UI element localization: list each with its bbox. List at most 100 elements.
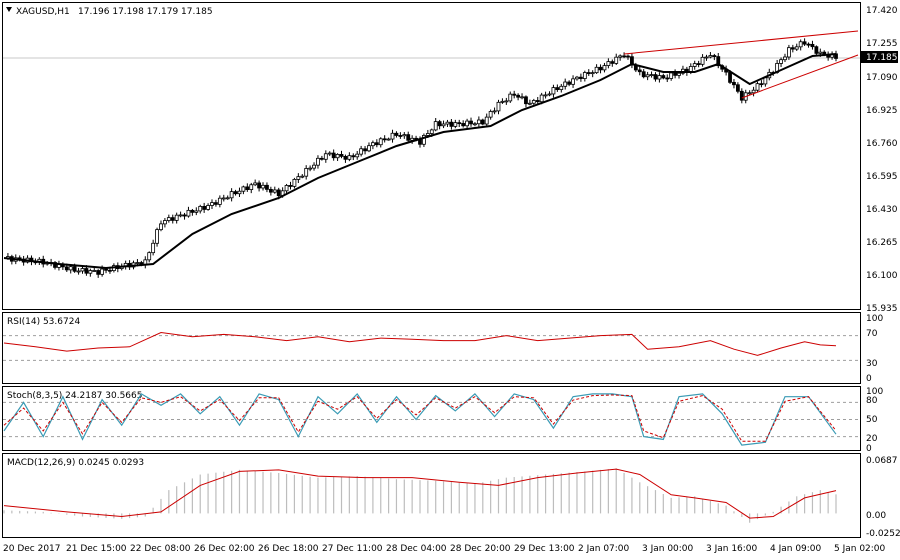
candle-body <box>166 217 171 221</box>
candle-body <box>626 55 630 58</box>
candle-body <box>465 120 469 127</box>
rsi-tick: 100 <box>866 314 883 324</box>
rsi-title: RSI(14) 53.6724 <box>7 317 80 327</box>
rsi-tick: 0 <box>866 374 872 384</box>
candle-body <box>539 94 544 103</box>
candle-body <box>520 96 524 99</box>
candle-body <box>453 122 458 127</box>
candle-body <box>579 76 583 79</box>
time-tick: 26 Dec 02:00 <box>194 544 255 554</box>
candle-body <box>182 214 187 217</box>
candle-body <box>704 56 709 59</box>
candle-body <box>794 46 799 50</box>
candle-body <box>567 81 572 85</box>
candle-body <box>386 138 391 141</box>
candle-body <box>190 209 195 213</box>
candle-body <box>751 89 756 94</box>
candle-body <box>374 142 379 146</box>
candle-body <box>531 100 536 104</box>
candle-body <box>292 179 297 187</box>
price-tick: 16.265 <box>866 238 898 248</box>
candle-body <box>147 252 152 261</box>
stoch-tick: 20 <box>866 434 878 444</box>
candle-body <box>221 197 226 200</box>
stoch-title: Stoch(8,3,5) 24.2187 30.5665 <box>7 391 142 401</box>
price-tick: 16.760 <box>866 139 898 149</box>
price-tick: 16.925 <box>866 106 898 116</box>
time-tick: 20 Dec 2017 <box>3 544 61 554</box>
candle-body <box>245 186 250 190</box>
candle-body <box>610 61 615 64</box>
candle-body <box>594 66 599 74</box>
candle-body <box>692 63 697 67</box>
stoch-axis: 100 80 50 20 0 <box>866 387 883 454</box>
candle-body <box>241 186 246 192</box>
rsi-tick: 70 <box>866 329 878 339</box>
candle-body <box>268 188 273 193</box>
candle-body <box>355 153 360 158</box>
candle-body <box>64 266 69 271</box>
macd-tick: 0.0687 <box>866 456 898 466</box>
candle-body <box>378 138 383 146</box>
candle-body <box>155 229 159 244</box>
candle-body <box>665 77 670 80</box>
candle-body <box>551 87 556 95</box>
candle-body <box>606 61 611 66</box>
candle-body <box>739 90 744 101</box>
rsi-tick: 30 <box>866 359 878 369</box>
candle-body <box>300 175 305 178</box>
price-tick: 17.420 <box>866 6 898 16</box>
candle-body <box>696 63 701 65</box>
candle-body <box>194 210 199 213</box>
candle-body <box>96 270 101 275</box>
time-tick: 21 Dec 15:00 <box>66 544 127 554</box>
candle-body <box>575 76 579 80</box>
candle-body <box>76 270 81 273</box>
candle-body <box>571 78 575 85</box>
candle-body <box>755 83 760 91</box>
candle-body <box>319 157 324 160</box>
candle-body <box>449 121 454 127</box>
candle-body <box>206 205 210 210</box>
candle-body <box>763 77 768 85</box>
dropdown-triangle-icon[interactable] <box>6 7 12 12</box>
candle-body <box>669 72 674 79</box>
candle-body <box>445 121 450 125</box>
last-price-text: 17.185 <box>866 53 898 63</box>
candle-body <box>288 185 293 187</box>
candle-body <box>735 84 740 92</box>
candle-body <box>382 138 387 141</box>
candle-body <box>673 72 677 76</box>
candle-body <box>363 148 367 152</box>
time-axis: 20 Dec 2017 21 Dec 15:00 22 Dec 08:00 26… <box>3 544 886 554</box>
candle-body <box>308 167 313 170</box>
candle-body <box>645 74 650 78</box>
candle-body <box>641 71 646 78</box>
candle-body <box>598 66 603 71</box>
candle-body <box>618 55 623 58</box>
candle-body <box>461 123 466 127</box>
candle-body <box>257 182 261 189</box>
candle-body <box>312 164 316 169</box>
candle-body <box>473 123 477 126</box>
candle-body <box>500 100 505 103</box>
candle-body <box>359 148 364 155</box>
candle-body <box>492 110 497 113</box>
candle-body <box>418 139 422 145</box>
time-tick: 27 Dec 11:00 <box>322 544 383 554</box>
candle-body <box>233 191 238 195</box>
time-tick: 26 Dec 18:00 <box>258 544 319 554</box>
candle-body <box>163 220 167 225</box>
macd-tick: 0.00 <box>866 511 886 521</box>
candle-body <box>186 209 191 217</box>
candle-body <box>798 41 803 48</box>
candle-body <box>779 59 783 64</box>
candle-body <box>586 72 591 75</box>
stoch-tick: 80 <box>866 396 878 406</box>
candle-body <box>367 145 371 152</box>
candle-body <box>582 72 587 79</box>
candle-body <box>547 93 552 96</box>
rsi-axis: 100 70 30 0 <box>866 314 883 384</box>
candle-body <box>80 268 85 272</box>
candle-body <box>476 119 481 125</box>
